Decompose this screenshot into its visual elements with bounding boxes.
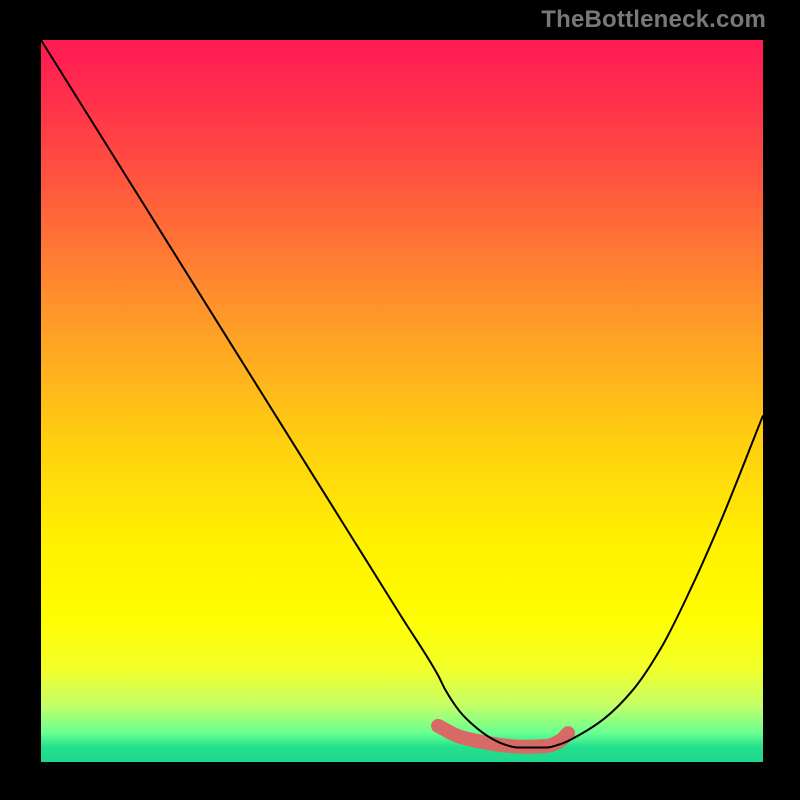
- plot-area: [41, 40, 763, 762]
- chart-svg: [41, 40, 763, 762]
- chart-stage: TheBottleneck.com: [0, 0, 800, 800]
- bottleneck-curve: [41, 40, 763, 748]
- watermark-label: TheBottleneck.com: [541, 6, 766, 34]
